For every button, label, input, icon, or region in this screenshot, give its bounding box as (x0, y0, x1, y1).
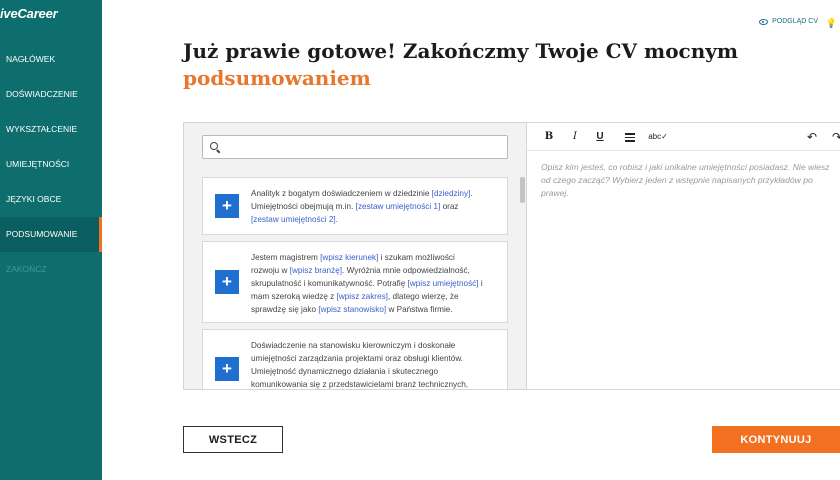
examples-scrollbar[interactable] (520, 177, 525, 389)
lightbulb-icon[interactable]: 💡 (826, 18, 837, 29)
italic-button[interactable]: I (567, 129, 583, 145)
sidebar: iveCareer NAGŁÓWEK DOŚWIADCZENIE WYKSZTA… (0, 0, 102, 480)
example-text-segment: . (335, 215, 338, 224)
sidebar-item-jezyki-obce[interactable]: JĘZYKI OBCE (0, 182, 102, 217)
example-text-segment: w Państwa firmie. (386, 305, 453, 314)
page-title-accent: podsumowaniem (183, 66, 371, 90)
example-text-segment: Jestem magistrem (251, 253, 321, 262)
preview-cv-link[interactable]: PODGLĄD CV (759, 18, 818, 25)
example-card[interactable]: + Analityk z bogatym doświadczeniem w dz… (202, 177, 508, 235)
app-root: iveCareer NAGŁÓWEK DOŚWIADCZENIE WYKSZTA… (0, 0, 840, 480)
example-card[interactable]: + Jestem magistrem [wpisz kierunek] i sz… (202, 241, 508, 323)
continue-button[interactable]: KONTYNUUJ (712, 426, 840, 453)
example-placeholder: [wpisz umiejętność] (407, 279, 479, 288)
sidebar-item-wyksztalcenie[interactable]: WYKSZTAŁCENIE (0, 112, 102, 147)
sidebar-nav: NAGŁÓWEK DOŚWIADCZENIE WYKSZTAŁCENIE UMI… (0, 42, 102, 287)
back-button[interactable]: WSTECZ (183, 426, 283, 453)
example-text-segment: Doświadczenie na stanowisku kierowniczym… (251, 341, 469, 389)
add-example-button[interactable]: + (215, 270, 239, 294)
redo-button[interactable]: ↷ (829, 129, 840, 145)
example-placeholder: [dziedziny] (431, 189, 471, 198)
add-example-button[interactable]: + (215, 357, 239, 381)
example-card[interactable]: + Doświadczenie na stanowisku kierownicz… (202, 329, 508, 389)
bullet-list-button[interactable] (622, 129, 638, 145)
spellcheck-button[interactable]: abc✓ (645, 129, 671, 145)
scrollbar-thumb[interactable] (520, 177, 525, 203)
example-text-segment: Analityk z bogatym doświadczeniem w dzie… (251, 189, 432, 198)
add-example-button[interactable]: + (215, 194, 239, 218)
undo-button[interactable]: ↶ (804, 129, 820, 145)
brand-logo: iveCareer (0, 6, 58, 21)
bold-button[interactable]: B (541, 129, 557, 145)
example-placeholder: [zestaw umiejętności 1] (355, 202, 441, 211)
underline-button[interactable]: U (592, 129, 608, 145)
search-box (202, 135, 508, 159)
sidebar-item-umiejetnosci[interactable]: UMIEJĘTNOŚCI (0, 147, 102, 182)
example-text-segment: oraz (440, 202, 459, 211)
editor-toolbar: B I U abc✓ ↶ ↷ (527, 123, 840, 151)
sidebar-item-naglowek[interactable]: NAGŁÓWEK (0, 42, 102, 77)
examples-list: + Analityk z bogatym doświadczeniem w dz… (202, 177, 508, 389)
examples-pane: + Analityk z bogatym doświadczeniem w dz… (184, 123, 527, 389)
summary-editor-panel: + Analityk z bogatym doświadczeniem w dz… (183, 122, 840, 390)
search-icon (210, 142, 218, 150)
eye-icon (759, 18, 769, 25)
example-placeholder: [wpisz branżę] (289, 266, 343, 275)
sidebar-item-zakoncz: ZAKOŃCZ (6, 264, 47, 274)
preview-cv-label: PODGLĄD CV (772, 18, 818, 25)
sidebar-item-doswiadczenie[interactable]: DOŚWIADCZENIE (0, 77, 102, 112)
example-placeholder: [wpisz zakres] (336, 292, 388, 301)
example-text: Jestem magistrem [wpisz kierunek] i szuk… (251, 251, 483, 316)
editor-pane: B I U abc✓ ↶ ↷ Opisz kim jesteś, co robi… (527, 123, 840, 389)
bullet-list-icon (625, 133, 635, 142)
sidebar-item-podsumowanie[interactable]: PODSUMOWANIE (0, 217, 102, 252)
example-text: Analityk z bogatym doświadczeniem w dzie… (251, 187, 483, 226)
search-input[interactable] (225, 139, 505, 155)
example-placeholder: [wpisz kierunek] (320, 253, 379, 262)
example-text: Doświadczenie na stanowisku kierowniczym… (251, 339, 483, 389)
summary-textarea[interactable]: Opisz kim jesteś, co robisz i jaki unika… (541, 161, 840, 200)
example-placeholder: [zestaw umiejętności 2] (251, 215, 336, 224)
page-title-text: Już prawie gotowe! Zakończmy Twoje CV mo… (183, 39, 739, 63)
example-placeholder: [wpisz stanowisko] (318, 305, 387, 314)
page-title: Już prawie gotowe! Zakończmy Twoje CV mo… (183, 38, 743, 92)
